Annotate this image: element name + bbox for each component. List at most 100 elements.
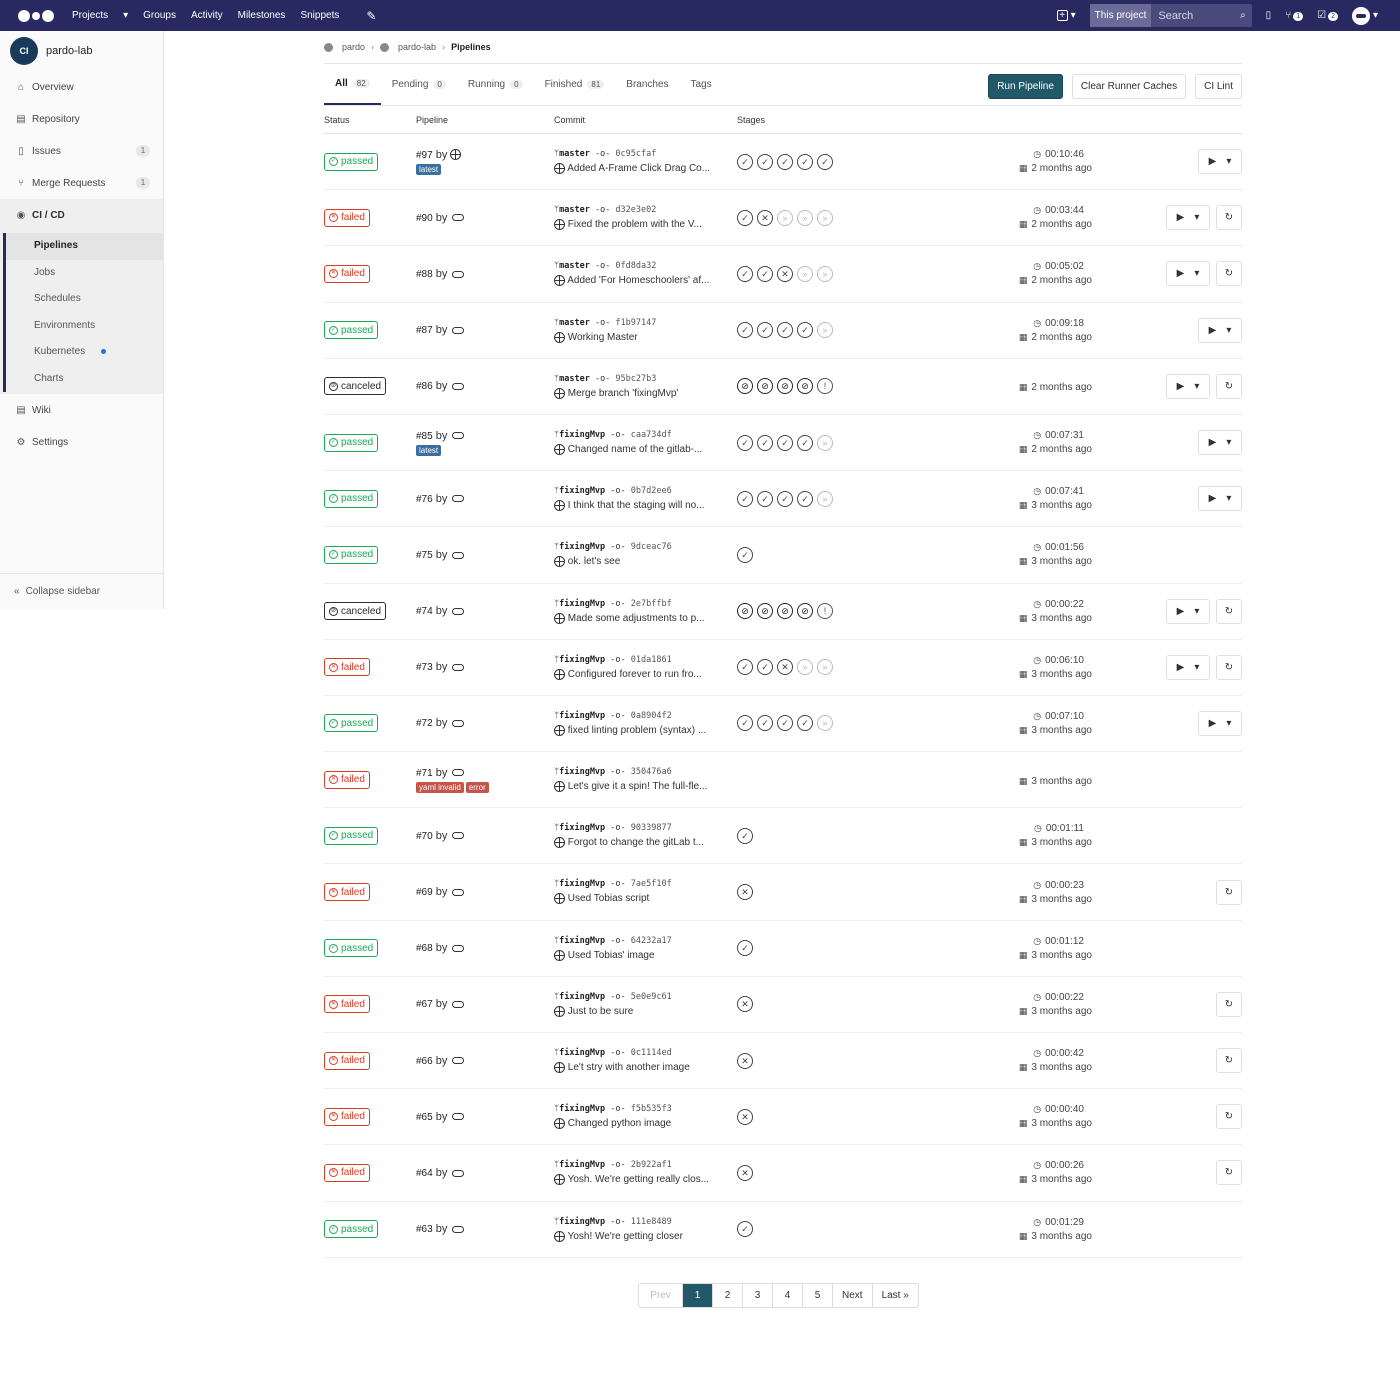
stage-canceled-icon[interactable]: ⊘ [737,378,753,395]
pipeline-id-link[interactable]: #63 [416,1224,433,1235]
topnav-snippets[interactable]: Snippets [300,10,339,21]
stage-skipped-icon[interactable]: » [817,322,833,339]
sidebar-item-repository[interactable]: ▤ Repository [0,103,163,135]
commit-sha-link[interactable]: 2b922af1 [631,1160,672,1170]
admin-wrench-icon[interactable]: ✎ [366,9,376,23]
stage-skipped-icon[interactable]: » [817,715,833,732]
user-avatar-icon[interactable] [452,888,465,896]
commit-message-link[interactable]: Merge branch 'fixingMvp' [568,388,679,399]
tab-branches[interactable]: Branches [615,63,679,105]
status-badge[interactable]: ✓ passed [324,545,379,564]
retry-button[interactable]: ↻ [1216,598,1242,624]
stage-passed-icon[interactable]: ✓ [737,322,753,339]
retry-button[interactable]: ↻ [1216,654,1242,680]
commit-message-link[interactable]: Added 'For Homeschoolers' af... [567,276,709,287]
stage-failed-icon[interactable]: ✕ [757,209,773,226]
status-badge[interactable]: ✓ passed [324,433,379,452]
stage-passed-icon[interactable]: ✓ [737,265,753,282]
stage-passed-icon[interactable]: ✓ [757,265,773,282]
stage-skipped-icon[interactable]: » [797,209,813,226]
gitlab-logo[interactable] [18,9,54,22]
stage-passed-icon[interactable]: ✓ [737,434,753,451]
status-badge[interactable]: ✕ failed [324,995,370,1014]
stage-passed-icon[interactable]: ✓ [797,153,813,170]
commit-message-link[interactable]: Changed name of the gitlab-... [568,444,703,455]
stage-skipped-icon[interactable]: » [817,490,833,507]
commit-sha-link[interactable]: 01da1861 [631,655,672,665]
stage-passed-icon[interactable]: ✓ [737,546,753,563]
pagination-last[interactable]: Last » [873,1284,918,1307]
branch-link[interactable]: fixingMvp [559,711,605,721]
commit-message-link[interactable]: ok. let's see [568,556,621,567]
pipeline-id-link[interactable]: #75 [416,550,433,561]
stage-failed-icon[interactable]: ✕ [737,884,753,901]
pipeline-id-link[interactable]: #73 [416,662,433,673]
stage-passed-icon[interactable]: ✓ [777,715,793,732]
commit-message-link[interactable]: Used Tobias' image [568,950,655,961]
pipeline-id-link[interactable]: #69 [416,887,433,898]
commit-message-link[interactable]: Yosh! We're getting closer [568,1231,683,1242]
pipeline-id-link[interactable]: #70 [416,831,433,842]
pagination-next[interactable]: Next [833,1284,873,1307]
stage-canceled-icon[interactable]: ⊘ [757,378,773,395]
status-badge[interactable]: ✕ failed [324,883,370,902]
status-badge[interactable]: ✓ passed [324,826,379,845]
stage-failed-icon[interactable]: ✕ [737,1164,753,1181]
pipeline-id-link[interactable]: #71 [416,768,433,779]
collapse-sidebar-button[interactable]: « Collapse sidebar [0,573,163,609]
retry-button[interactable]: ↻ [1216,879,1242,905]
stage-skipped-icon[interactable]: » [797,659,813,676]
commit-message-link[interactable]: Le't stry with another image [568,1062,690,1073]
status-badge[interactable]: ⊘ canceled [324,602,387,621]
pagination-4[interactable]: 4 [773,1284,803,1307]
commit-message-link[interactable]: Just to be sure [568,1006,634,1017]
commit-sha-link[interactable]: 95bc27b3 [615,374,656,384]
sidebar-project-header[interactable]: CI pardo-lab [0,31,163,71]
stage-failed-icon[interactable]: ✕ [777,659,793,676]
stage-failed-icon[interactable]: ✕ [777,265,793,282]
commit-sha-link[interactable]: 7ae5f10f [631,879,672,889]
commit-sha-link[interactable]: 2e7bffbf [631,599,672,609]
commit-sha-link[interactable]: 0fd8da32 [615,261,656,271]
user-avatar-icon[interactable] [452,495,465,503]
stage-manual-icon[interactable]: ! [817,378,833,395]
stage-skipped-icon[interactable]: » [777,209,793,226]
user-avatar-icon[interactable] [452,720,465,728]
stage-passed-icon[interactable]: ✓ [797,434,813,451]
commit-sha-link[interactable]: f1b97147 [615,318,656,328]
sidebar-item-wiki[interactable]: ▤ Wiki [0,394,163,426]
sidebar-item-merge-requests[interactable]: ⑂ Merge Requests 1 [0,167,163,199]
new-dropdown-button[interactable]: + ▾ [1056,10,1076,21]
search-input[interactable]: This project Search ⌕ [1089,4,1252,27]
branch-link[interactable]: fixingMvp [559,1160,605,1170]
branch-link[interactable]: fixingMvp [559,767,605,777]
pipeline-id-link[interactable]: #88 [416,269,433,280]
stage-passed-icon[interactable]: ✓ [757,322,773,339]
retry-button[interactable]: ↻ [1216,261,1242,287]
sidebar-item-overview[interactable]: ⌂ Overview [0,71,163,103]
stage-canceled-icon[interactable]: ⊘ [797,378,813,395]
user-avatar-icon[interactable] [452,607,465,615]
pipeline-id-link[interactable]: #74 [416,606,433,617]
commit-message-link[interactable]: Configured forever to run fro... [568,669,702,680]
sidebar-subitem-kubernetes[interactable]: Kubernetes [3,339,163,366]
tab-running[interactable]: Running 0 [457,63,534,105]
stage-skipped-icon[interactable]: » [797,265,813,282]
stage-passed-icon[interactable]: ✓ [757,153,773,170]
stage-passed-icon[interactable]: ✓ [777,434,793,451]
user-avatar-icon[interactable] [452,551,465,559]
commit-sha-link[interactable]: 0c95cfaf [615,149,656,159]
sidebar-item-issues[interactable]: ▯ Issues 1 [0,135,163,167]
retry-button[interactable]: ↻ [1216,991,1242,1017]
tab-pending[interactable]: Pending 0 [381,63,457,105]
branch-link[interactable]: fixingMvp [559,1104,605,1114]
commit-message-link[interactable]: I think that the staging will no... [568,500,705,511]
stage-passed-icon[interactable]: ✓ [797,715,813,732]
commit-message-link[interactable]: Working Master [568,332,638,343]
retry-button[interactable]: ↻ [1216,1104,1242,1130]
status-badge[interactable]: ✓ passed [324,489,379,508]
pipeline-id-link[interactable]: #65 [416,1112,433,1123]
manual-job-dropdown-button[interactable]: ▶ ▾ [1166,261,1210,287]
commit-sha-link[interactable]: 0a8904f2 [631,711,672,721]
commit-message-link[interactable]: Changed python image [568,1118,671,1129]
